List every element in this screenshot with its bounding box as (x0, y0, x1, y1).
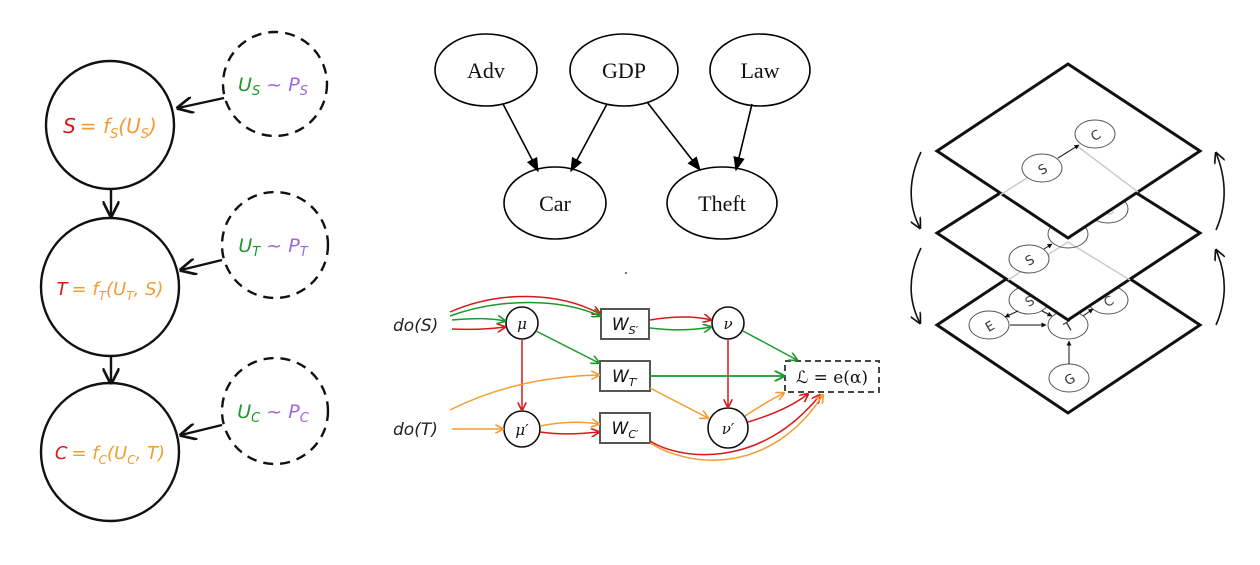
flow-do-t-label: do(T) (393, 420, 438, 440)
flow-box-wt: WT′ (599, 360, 651, 392)
bayes-node-law-label: Law (740, 58, 779, 83)
flow-do-s-label: do(S) (393, 316, 438, 336)
bayes-edge-gdp-theft (646, 101, 701, 172)
scm-node-s-args-sub: S (141, 127, 149, 142)
layer-arrow-right-top (1216, 153, 1226, 231)
bayes-edge-law-theft (733, 103, 753, 172)
flow-edge-wt-nuprime (649, 387, 708, 418)
bayes-node-law: Law (709, 33, 811, 107)
scm-node-t-args: (U (106, 279, 126, 300)
scm-node-c-lhs: C (55, 443, 68, 464)
scm-node-c-close: , T) (136, 443, 165, 464)
flow-edge-mu-wt (535, 330, 599, 363)
noise-us-p-sub: S (300, 84, 308, 99)
bayes-node-gdp: GDP (569, 33, 679, 107)
scm-panel: S = fS(US) T = fT(UT, S) C = fC(UC, T) US ~… (39, 30, 330, 523)
layer-arrow-left-top (910, 151, 922, 228)
bayes-edge-adv-car (502, 103, 539, 173)
flow-edge-ws-nu-red (649, 317, 711, 320)
flow-box-wc-sub: C′ (628, 428, 639, 441)
flow-edge-muprime-wc-red (539, 432, 599, 434)
flow-box-wt-base: W (612, 367, 630, 387)
bayes-node-theft-label: Theft (698, 191, 746, 216)
flow-loss-box: ℒ = e(α) (784, 360, 880, 393)
noise-ut-p: P (288, 235, 300, 257)
flow-edge-nuprime-loss-orange (744, 393, 784, 417)
scm-node-s-lhs: S (63, 114, 76, 138)
noise-ut-tilde: ~ (260, 235, 288, 257)
scm-node-s-func-sub: S (110, 127, 118, 142)
svg-text:US ~ PS: US ~ PS (238, 74, 308, 99)
flow-edge-dot-wt (449, 375, 599, 411)
bayes-node-gdp-label: GDP (602, 58, 646, 83)
scm-node-c-func: = f (71, 443, 101, 464)
bayes-node-theft: Theft (666, 166, 778, 240)
layer-arrow-right-bottom (1216, 250, 1224, 326)
flow-node-nu-prime-label: ν′ (722, 420, 735, 438)
flow-node-mu-prime-label: μ′ (515, 421, 529, 439)
noise-us-tilde: ~ (260, 74, 288, 96)
layers-panel: S C E T G S S C (910, 62, 1226, 415)
flow-node-nu: ν (711, 306, 745, 340)
bayes-node-adv: Adv (434, 33, 538, 107)
noise-us-p: P (288, 74, 300, 96)
svg-text:UC ~ PC: UC ~ PC (237, 401, 309, 426)
bayes-node-car-label: Car (539, 191, 571, 216)
scm-edge-uc-c (181, 425, 223, 435)
figure-canvas: S = fS(US) T = fT(UT, S) C = fC(UC, T) US ~… (39, 30, 1260, 523)
svg-text:C= fC(UC, T): C = fC(UC, T) (55, 443, 165, 467)
scm-edge-us-s (178, 98, 225, 108)
scm-node-t-close: , S) (134, 279, 164, 300)
stray-dot (625, 272, 627, 274)
flow-node-mu-prime: μ′ (503, 410, 541, 448)
bayes-node-car: Car (503, 166, 607, 240)
flow-box-wt-sub: T′ (629, 376, 639, 389)
flow-panel: do(S) do(T) μ μ′ ν ν′ WS′ WT′ WC′ ℒ = e(… (393, 295, 880, 461)
flow-box-ws-sub: S′ (629, 324, 639, 337)
noise-us-u-sub: S (252, 84, 260, 99)
flow-box-wc-base: W (612, 419, 630, 439)
scm-node-t-lhs: T (57, 279, 70, 300)
noise-uc-p-sub: C (300, 411, 310, 426)
flow-edge-nu-loss (742, 330, 797, 360)
flow-loss-label: ℒ = e(α) (796, 368, 868, 388)
noise-ut-p-sub: T (300, 245, 309, 260)
noise-uc-p: P (288, 401, 300, 423)
svg-text:S= fS(US): S = fS(US) (63, 114, 157, 142)
scm-noise-ut: UT ~ PT (220, 190, 330, 300)
flow-box-wc: WC′ (599, 412, 651, 444)
scm-noise-us: US ~ PS (221, 30, 329, 138)
svg-text:UT ~ PT: UT ~ PT (238, 235, 308, 260)
bayes-node-adv-label: Adv (467, 58, 505, 83)
svg-text:T= fT(UT, S): T = fT(UT, S) (57, 279, 164, 303)
flow-edge-ws-nu-green (649, 327, 711, 330)
noise-uc-u: U (237, 401, 251, 423)
scm-noise-uc: UC ~ PC (220, 356, 330, 466)
scm-node-t: T = fT(UT, S) (39, 216, 181, 358)
flow-box-ws-base: W (612, 315, 630, 335)
scm-node-s-close: ) (147, 114, 157, 138)
flow-node-mu-label: μ (517, 315, 527, 333)
scm-edge-ut-t (181, 260, 223, 270)
scm-node-c-args: (U (107, 443, 127, 464)
scm-node-s-args: (U (118, 114, 141, 138)
flow-node-nu-prime: ν′ (707, 407, 749, 449)
noise-uc-tilde: ~ (260, 401, 288, 423)
scm-node-s-func: = f (80, 114, 113, 138)
scm-node-s: S = fS(US) (44, 59, 176, 191)
bayes-edge-gdp-car (570, 103, 608, 173)
scm-node-c: C = fC(UC, T) (39, 381, 181, 523)
bayes-panel: Adv GDP Law Car Theft (434, 33, 811, 240)
flow-edge-dos-mu-red (451, 327, 505, 329)
flow-edge-dos-mu-green (451, 319, 505, 321)
layer-arrow-left-bottom (911, 247, 922, 323)
flow-node-nu-label: ν (723, 315, 732, 333)
noise-ut-u: U (238, 235, 252, 257)
flow-node-mu: μ (505, 306, 539, 340)
noise-us-u: U (238, 74, 252, 96)
flow-edge-muprime-wc-orange (539, 422, 599, 426)
scm-node-t-func: = f (72, 279, 102, 300)
flow-box-ws: WS′ (600, 308, 650, 340)
